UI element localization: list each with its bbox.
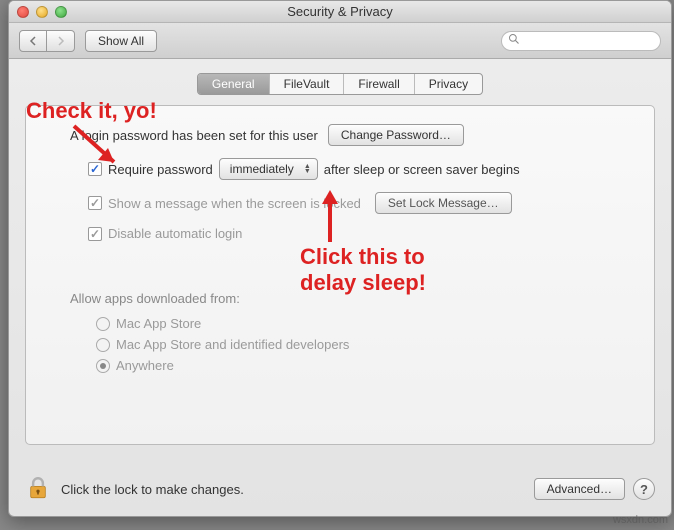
watermark: wsxdn.com	[613, 514, 668, 526]
tab-filevault[interactable]: FileVault	[270, 74, 345, 94]
allow-apps-radio-group: Mac App Store Mac App Store and identifi…	[96, 316, 630, 373]
window-title: Security & Privacy	[9, 4, 671, 19]
search-input[interactable]	[524, 35, 654, 47]
help-button[interactable]: ?	[633, 478, 655, 500]
radio-anywhere-label: Anywhere	[116, 358, 174, 373]
titlebar: Security & Privacy	[9, 1, 671, 23]
lock-icon[interactable]	[25, 475, 51, 504]
lock-text: Click the lock to make changes.	[61, 482, 244, 497]
show-message-label: Show a message when the screen is locked	[108, 196, 361, 211]
search-icon	[508, 33, 520, 48]
forward-button[interactable]	[47, 30, 75, 52]
set-lock-message-button[interactable]: Set Lock Message…	[375, 192, 512, 214]
tab-general[interactable]: General	[198, 74, 270, 94]
after-sleep-text: after sleep or screen saver begins	[324, 162, 520, 177]
radio-mac-app-store-label: Mac App Store	[116, 316, 201, 331]
show-all-button[interactable]: Show All	[85, 30, 157, 52]
radio-anywhere	[96, 359, 110, 373]
nav-buttons	[19, 30, 75, 52]
back-button[interactable]	[19, 30, 47, 52]
toolbar: Show All	[9, 23, 671, 59]
radio-mas-and-dev-label: Mac App Store and identified developers	[116, 337, 349, 352]
password-set-row: A login password has been set for this u…	[70, 124, 630, 146]
change-password-button[interactable]: Change Password…	[328, 124, 464, 146]
password-delay-select[interactable]: immediately ▲▼	[219, 158, 318, 180]
tab-firewall[interactable]: Firewall	[344, 74, 414, 94]
radio-mas-and-dev	[96, 338, 110, 352]
search-field[interactable]	[501, 31, 661, 51]
radio-mac-app-store	[96, 317, 110, 331]
disable-auto-login-label: Disable automatic login	[108, 226, 242, 241]
allow-apps-label: Allow apps downloaded from:	[70, 291, 630, 306]
show-message-checkbox	[88, 196, 102, 210]
prefs-window: Security & Privacy Show All General File…	[8, 0, 672, 517]
require-password-label: Require password	[108, 162, 213, 177]
advanced-button[interactable]: Advanced…	[534, 478, 625, 500]
password-set-text: A login password has been set for this u…	[70, 128, 318, 143]
password-delay-value: immediately	[230, 162, 294, 176]
disable-auto-login-checkbox	[88, 227, 102, 241]
footer: Click the lock to make changes. Advanced…	[9, 462, 671, 516]
tab-privacy[interactable]: Privacy	[415, 74, 482, 94]
settings-panel: A login password has been set for this u…	[25, 105, 655, 445]
tabs-bar: General FileVault Firewall Privacy	[9, 59, 671, 95]
chevron-updown-icon: ▲▼	[304, 164, 311, 174]
require-password-checkbox[interactable]	[88, 162, 102, 176]
